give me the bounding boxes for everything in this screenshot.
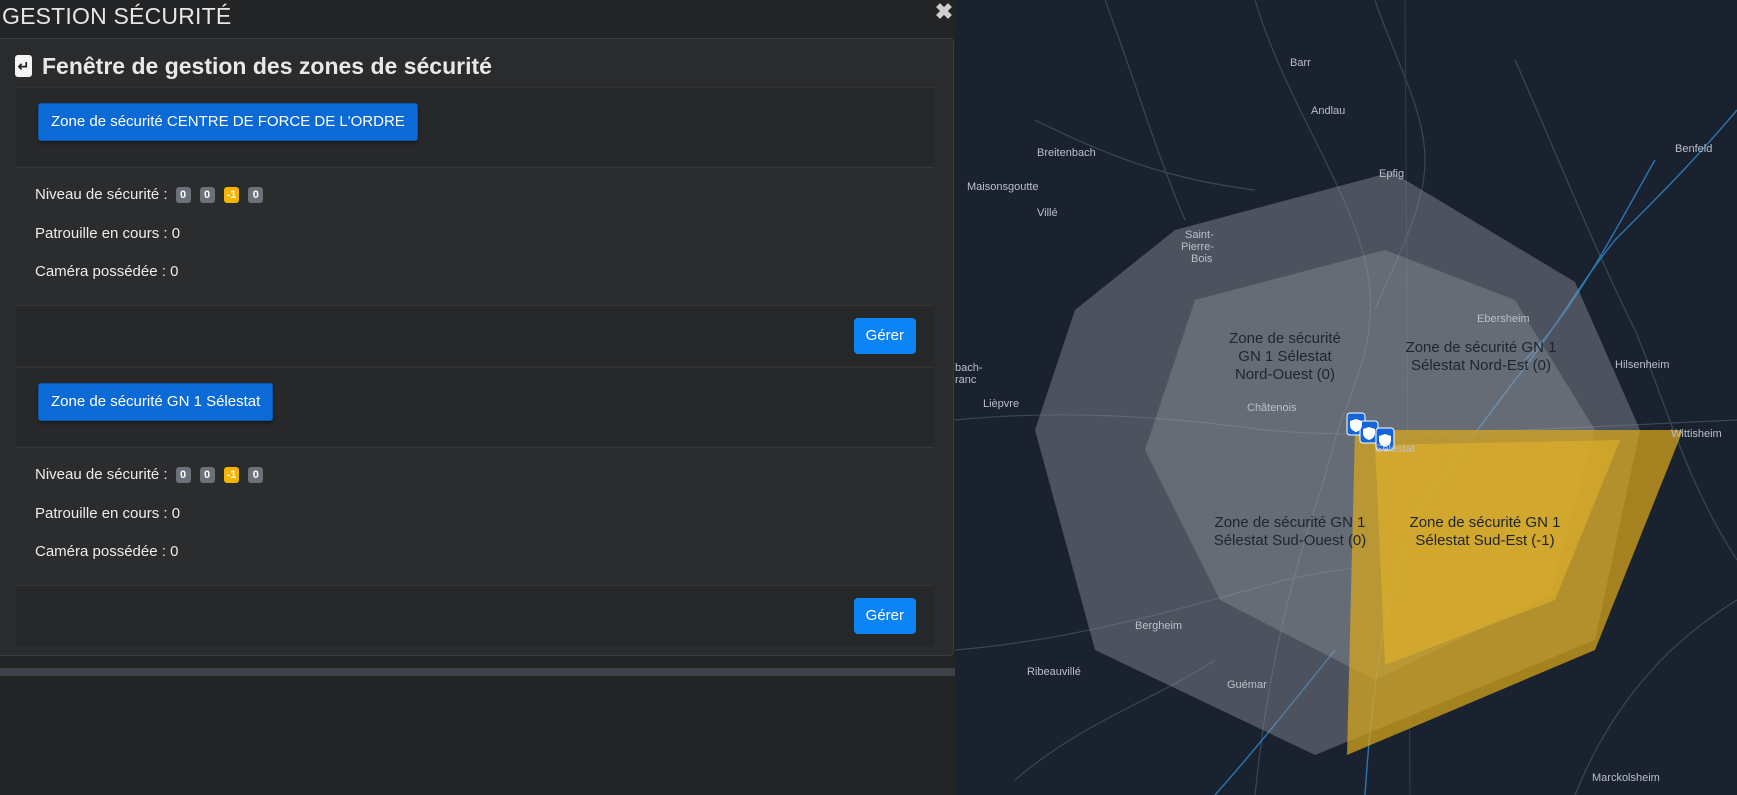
card-header: ↵ Fenêtre de gestion des zones de sécuri… <box>15 51 492 81</box>
zone-details: Niveau de sécurité : 0 0 -1 0 Patrouille… <box>16 167 934 304</box>
place-label: Châtenois <box>1247 402 1297 414</box>
zone-label-nord-ouest: Zone de sécurité <box>1229 330 1341 347</box>
place-label: Guémar <box>1227 679 1267 691</box>
zone-label-sud-est: Sélestat Sud-Est (-1) <box>1415 532 1554 549</box>
place-label: Bergheim <box>1135 620 1182 632</box>
level-badge-warning: -1 <box>223 466 240 483</box>
place-label: Hilsenheim <box>1615 359 1669 371</box>
place-label: ranc <box>955 374 977 386</box>
place-label: Breitenbach <box>1037 147 1096 159</box>
map-canvas[interactable]: Barr Andlau Breitenbach Maisonsgoutte Ep… <box>955 0 1737 795</box>
zone-header: Zone de sécurité CENTRE DE FORCE DE L'OR… <box>16 87 934 166</box>
close-icon[interactable]: ✖ <box>934 0 954 24</box>
zone-details: Niveau de sécurité : 0 0 -1 0 Patrouille… <box>16 447 934 584</box>
app-title: GESTION SÉCURITÉ <box>2 3 232 29</box>
level-badge-warning: -1 <box>223 186 240 203</box>
map-view[interactable]: Barr Andlau Breitenbach Maisonsgoutte Ep… <box>955 0 1737 795</box>
patrol-count: Patrouille en cours : 0 <box>35 505 181 522</box>
place-label: Andlau <box>1311 105 1345 117</box>
level-badge: 0 <box>175 186 191 203</box>
zone-label-nord-ouest: Nord-Ouest (0) <box>1235 366 1335 383</box>
level-badge: 0 <box>248 186 264 203</box>
back-icon[interactable]: ↵ <box>15 55 32 77</box>
zone-label-sud-est: Zone de sécurité GN 1 <box>1410 514 1561 531</box>
place-label: Ebersheim <box>1477 313 1530 325</box>
horizontal-scrollbar[interactable] <box>0 668 955 676</box>
manage-button[interactable]: Gérer <box>853 318 916 354</box>
camera-count: Caméra possédée : 0 <box>35 543 179 560</box>
zone-footer: Gérer <box>16 305 934 366</box>
place-label: Barr <box>1290 57 1311 69</box>
zone-header: Zone de sécurité GN 1 Sélestat <box>16 367 934 446</box>
security-panel: GESTION SÉCURITÉ ✖ ↵ Fenêtre de gestion … <box>0 0 955 795</box>
place-label: bach- <box>955 362 983 374</box>
zone-label-sud-ouest: Sélestat Sud-Ouest (0) <box>1214 532 1367 549</box>
place-label: Pierre- <box>1181 241 1214 253</box>
page-title: Fenêtre de gestion des zones de sécurité <box>42 52 492 79</box>
place-label: Sélestat <box>1375 443 1415 455</box>
zone-footer: Gérer <box>16 585 934 646</box>
level-badge: 0 <box>199 186 215 203</box>
place-label: Villé <box>1037 207 1058 219</box>
place-label: Benfeld <box>1675 143 1712 155</box>
place-label: Epfig <box>1379 168 1404 180</box>
place-label: Lièpvre <box>983 398 1019 410</box>
level-badge: 0 <box>175 466 191 483</box>
zone-label-sud-ouest: Zone de sécurité GN 1 <box>1215 514 1366 531</box>
zone-name-button[interactable]: Zone de sécurité CENTRE DE FORCE DE L'OR… <box>38 103 418 141</box>
camera-count: Caméra possédée : 0 <box>35 263 179 280</box>
place-label: Marckolsheim <box>1592 772 1660 784</box>
zone-label-nord-est: Sélestat Nord-Est (0) <box>1411 357 1551 374</box>
zones-card: ↵ Fenêtre de gestion des zones de sécuri… <box>0 38 954 656</box>
security-level-label: Niveau de sécurité : <box>35 466 168 483</box>
place-label: Saint- <box>1185 229 1214 241</box>
level-badge: 0 <box>199 466 215 483</box>
security-level-row: Niveau de sécurité : 0 0 -1 0 <box>35 186 264 203</box>
level-badge: 0 <box>248 466 264 483</box>
patrol-count: Patrouille en cours : 0 <box>35 225 181 242</box>
place-label: Bois <box>1191 253 1213 265</box>
place-label: Ribeauvillé <box>1027 666 1081 678</box>
place-label: Wittisheim <box>1671 428 1722 440</box>
security-level-row: Niveau de sécurité : 0 0 -1 0 <box>35 466 264 483</box>
zone-label-nord-ouest: GN 1 Sélestat <box>1238 348 1332 365</box>
manage-button[interactable]: Gérer <box>853 598 916 634</box>
security-level-label: Niveau de sécurité : <box>35 186 168 203</box>
zone-name-button[interactable]: Zone de sécurité GN 1 Sélestat <box>38 383 274 421</box>
zone-label-nord-est: Zone de sécurité GN 1 <box>1406 339 1557 356</box>
place-label: Maisonsgoutte <box>967 181 1039 193</box>
